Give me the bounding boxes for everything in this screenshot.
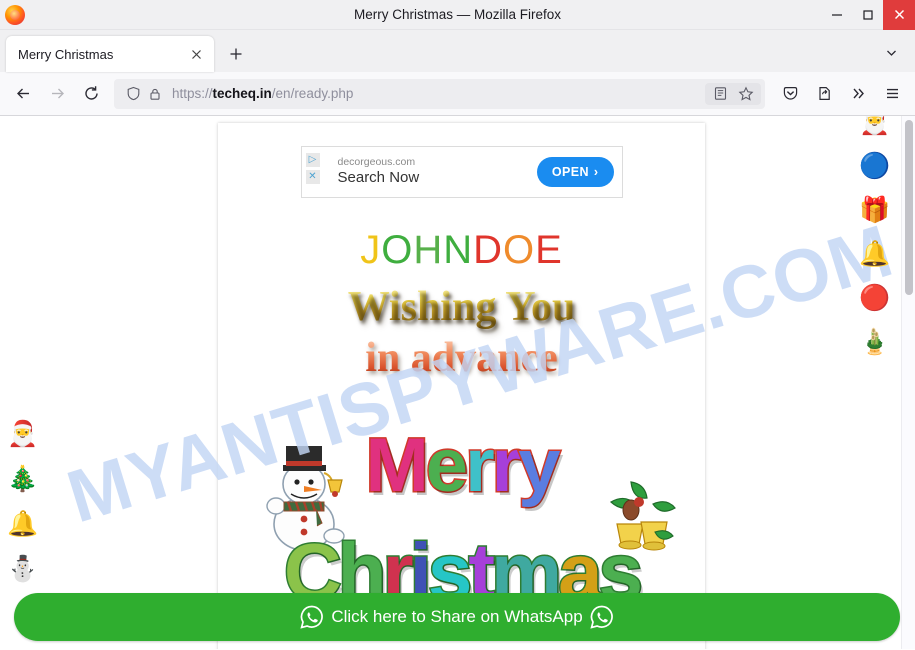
firefox-logo-icon bbox=[4, 4, 26, 26]
letter-2: H bbox=[413, 228, 444, 272]
address-bar[interactable]: https://techeq.in/en/ready.php bbox=[114, 78, 765, 109]
scrollbar-thumb[interactable] bbox=[905, 120, 913, 295]
page-viewport: MYANTISPYWARE.COM 🎅 🎄 🔔 ⛄ 🎅 🔵 🎁 🔔 🔴 🎍 ▷ ✕ decorg… bbox=[0, 116, 915, 649]
url-scheme: https:// bbox=[172, 86, 213, 101]
application-menu-button[interactable] bbox=[875, 78, 909, 110]
window-title: Merry Christmas — Mozilla Firefox bbox=[353, 6, 562, 22]
gold-bells-icon: 🔔 bbox=[859, 240, 891, 268]
advertisement-banner[interactable]: ▷ ✕ decorgeous.com Search Now OPEN › bbox=[300, 146, 623, 198]
window-titlebar: Merry Christmas — Mozilla Firefox bbox=[0, 0, 915, 30]
address-bar-actions bbox=[705, 82, 761, 105]
gift-icon: 🎁 bbox=[859, 196, 891, 224]
right-decoration-column: 🎅 🔵 🎁 🔔 🔴 🎍 bbox=[852, 116, 898, 355]
whatsapp-share-label: Click here to Share on WhatsApp bbox=[331, 607, 583, 626]
letter-3: r bbox=[490, 423, 522, 509]
letter-5: O bbox=[502, 228, 536, 272]
back-button[interactable] bbox=[6, 78, 40, 110]
firefox-window: Merry Christmas — Mozilla Firefox Merry … bbox=[0, 0, 915, 650]
toolbar-right-actions bbox=[773, 78, 909, 110]
navigation-toolbar: https://techeq.in/en/ready.php bbox=[0, 72, 915, 116]
lock-icon[interactable] bbox=[144, 83, 166, 105]
whatsapp-icon bbox=[300, 605, 324, 629]
window-controls bbox=[821, 0, 915, 30]
blue-ornament-icon: 🔵 bbox=[859, 152, 891, 180]
list-all-tabs-button[interactable] bbox=[877, 38, 905, 66]
santa-hat-icon: 🎅 bbox=[859, 116, 891, 136]
ad-open-label: OPEN bbox=[551, 165, 589, 179]
letter-1: e bbox=[424, 423, 469, 509]
ad-domain: decorgeous.com bbox=[337, 156, 416, 169]
letter-6: E bbox=[535, 228, 563, 272]
url-host: techeq.in bbox=[212, 86, 272, 101]
overflow-menu-button[interactable] bbox=[841, 78, 875, 110]
bookmark-star-icon[interactable] bbox=[733, 83, 759, 105]
letter-3: N bbox=[443, 228, 474, 272]
ad-close-icon[interactable]: ✕ bbox=[305, 170, 320, 184]
ad-badges: ▷ ✕ bbox=[305, 153, 320, 184]
reader-view-icon[interactable] bbox=[707, 83, 733, 105]
whatsapp-share-bar[interactable]: Click here to Share on WhatsApp bbox=[14, 593, 900, 641]
letter-1: O bbox=[381, 228, 414, 272]
page-scrollbar[interactable] bbox=[901, 116, 915, 649]
bell-icon: 🔔 bbox=[7, 510, 39, 538]
left-decoration-column: 🎅 🎄 🔔 ⛄ bbox=[0, 116, 46, 582]
ad-info-icon[interactable]: ▷ bbox=[305, 153, 320, 167]
forward-button[interactable] bbox=[40, 78, 74, 110]
green-bell-icon: 🎍 bbox=[859, 328, 891, 356]
ad-headline: Search Now bbox=[337, 169, 420, 187]
reload-button[interactable] bbox=[74, 78, 108, 110]
recipient-name: JOHNDOE bbox=[218, 230, 705, 270]
maximize-button[interactable] bbox=[852, 0, 883, 30]
whatsapp-icon-secondary bbox=[590, 605, 613, 629]
greeting-line-2: in advance bbox=[218, 335, 705, 382]
close-window-button[interactable] bbox=[883, 0, 915, 30]
letter-2: r bbox=[464, 423, 496, 509]
santa-icon: 🎅 bbox=[7, 420, 39, 448]
pocket-icon[interactable] bbox=[773, 78, 807, 110]
ad-open-button[interactable]: OPEN › bbox=[536, 157, 614, 187]
url-path: /en/ready.php bbox=[271, 86, 354, 101]
save-to-pocket-icon[interactable] bbox=[807, 78, 841, 110]
ad-text-block: decorgeous.com Search Now bbox=[338, 156, 420, 188]
tab-title: Merry Christmas bbox=[18, 46, 114, 62]
greeting-card: ▷ ✕ decorgeous.com Search Now OPEN › JOH… bbox=[218, 123, 705, 649]
chevron-right-icon: › bbox=[593, 165, 599, 179]
letter-0: M bbox=[364, 423, 430, 509]
shield-icon[interactable] bbox=[122, 83, 144, 105]
holly-bells-icon bbox=[609, 481, 676, 551]
snowman-icon: ⛄ bbox=[7, 555, 39, 583]
url-text[interactable]: https://techeq.in/en/ready.php bbox=[172, 86, 705, 101]
browser-tab[interactable]: Merry Christmas bbox=[6, 36, 214, 72]
letter-0: J bbox=[360, 228, 382, 272]
minimize-button[interactable] bbox=[821, 0, 852, 30]
letter-4: y bbox=[517, 423, 562, 509]
red-ornament-icon: 🔴 bbox=[859, 284, 891, 312]
christmas-tree-icon: 🎄 bbox=[7, 465, 39, 493]
tab-strip: Merry Christmas bbox=[0, 30, 915, 72]
letter-4: D bbox=[473, 228, 503, 272]
tab-close-icon[interactable] bbox=[186, 44, 206, 64]
new-tab-button[interactable] bbox=[220, 38, 252, 70]
greeting-line-1: Wishing You bbox=[218, 284, 705, 331]
